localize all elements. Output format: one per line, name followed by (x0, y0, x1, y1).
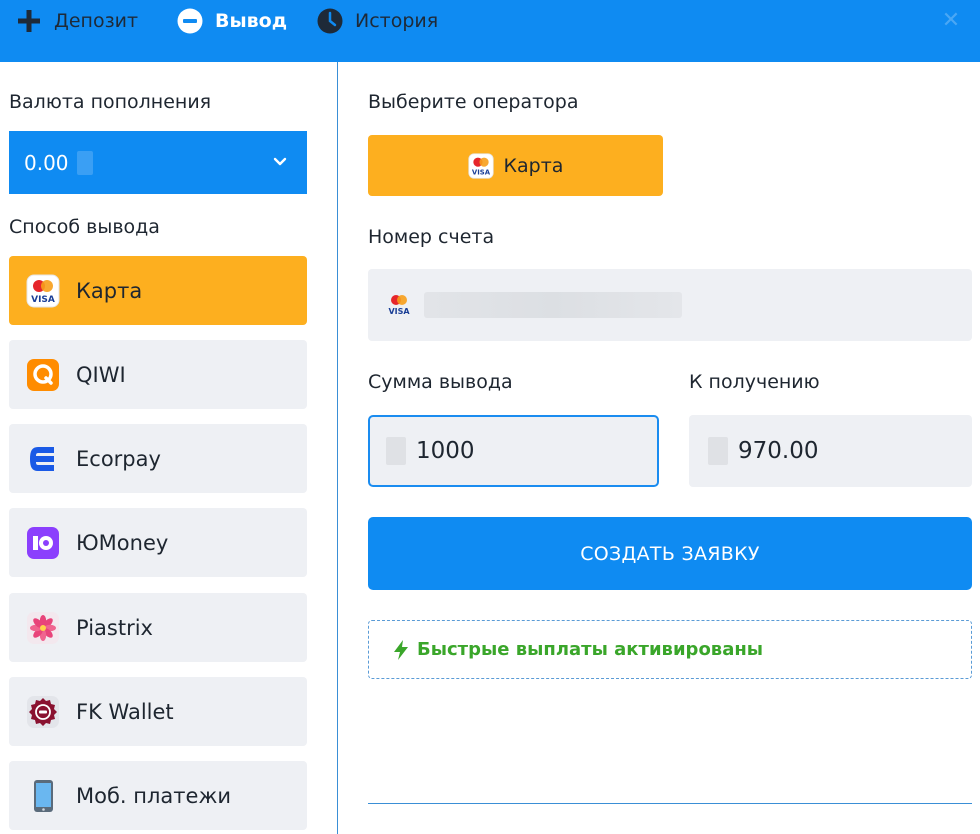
method-ecorpay-label: Ecorpay (76, 446, 161, 471)
mastercard-visa-icon: VISA (467, 152, 494, 179)
currency-symbol-blurred (386, 437, 406, 465)
method-fk-wallet[interactable]: FK Wallet (9, 677, 307, 746)
fast-payouts-text: Быстрые выплаты активированы (417, 639, 764, 660)
minus-circle-icon (177, 8, 203, 34)
method-ecorpay[interactable]: Ecorpay (9, 424, 307, 493)
tab-deposit-label: Депозит (54, 10, 139, 32)
create-request-button[interactable]: СОЗДАТЬ ЗАЯВКУ (368, 517, 972, 590)
currency-symbol-blurred (76, 150, 93, 175)
account-number-field[interactable]: VISA (368, 269, 972, 341)
tab-deposit[interactable]: Депозит (16, 7, 138, 35)
receive-amount-field: 970.00 (689, 415, 972, 487)
tab-history[interactable]: История (317, 7, 438, 35)
withdraw-method-label: Способ вывода (9, 216, 160, 238)
receive-value: 970.00 (738, 438, 819, 464)
svg-text:VISA: VISA (388, 307, 410, 316)
mastercard-visa-icon: VISA (26, 274, 60, 308)
method-qiwi-label: QIWI (76, 362, 126, 387)
amount-input[interactable] (416, 438, 616, 464)
column-divider (337, 62, 338, 834)
operator-card-button[interactable]: VISA Карта (368, 135, 663, 196)
lightning-icon (391, 639, 411, 661)
currency-select[interactable]: 0.00 (9, 131, 307, 194)
piastrix-icon (26, 611, 60, 645)
qiwi-icon (26, 358, 60, 392)
tab-history-label: История (355, 10, 439, 32)
receive-label: К получению (689, 371, 820, 393)
account-number-blurred (424, 292, 682, 318)
mobile-phone-icon (26, 779, 60, 813)
operator-label: Выберите оператора (368, 91, 579, 113)
chevron-down-icon (271, 151, 289, 169)
method-yoomoney[interactable]: ЮMoney (9, 508, 307, 577)
mastercard-visa-icon: VISA (388, 293, 410, 317)
yoomoney-icon (26, 526, 60, 560)
fk-wallet-icon (26, 695, 60, 729)
withdraw-amount-input[interactable] (368, 415, 659, 487)
clock-icon (317, 8, 343, 34)
currency-label: Валюта пополнения (9, 91, 212, 113)
method-fk-wallet-label: FK Wallet (76, 699, 174, 724)
close-icon[interactable]: ✕ (940, 10, 962, 32)
ecorpay-icon (26, 442, 60, 476)
method-yoomoney-label: ЮMoney (76, 530, 169, 555)
method-card[interactable]: VISA Карта (9, 256, 307, 325)
svg-text:VISA: VISA (31, 295, 55, 305)
fast-payouts-notice: Быстрые выплаты активированы (368, 620, 972, 679)
method-qiwi[interactable]: QIWI (9, 340, 307, 409)
currency-symbol-blurred (708, 437, 728, 465)
method-piastrix-label: Piastrix (76, 615, 153, 640)
bottom-divider (368, 803, 972, 804)
operator-button-label: Карта (503, 154, 564, 177)
currency-value: 0.00 (24, 150, 69, 175)
top-nav-bar: Депозит Вывод История ✕ (0, 0, 980, 62)
tab-withdraw-label: Вывод (215, 10, 288, 32)
method-card-label: Карта (76, 278, 143, 303)
svg-text:VISA: VISA (471, 168, 490, 176)
method-mobile-payments-label: Моб. платежи (76, 783, 232, 808)
method-piastrix[interactable]: Piastrix (9, 593, 307, 662)
amount-label: Сумма вывода (368, 371, 513, 393)
plus-icon (16, 8, 42, 34)
tab-withdraw[interactable]: Вывод (177, 7, 287, 35)
method-mobile-payments[interactable]: Моб. платежи (9, 761, 307, 830)
account-number-label: Номер счета (368, 226, 495, 248)
